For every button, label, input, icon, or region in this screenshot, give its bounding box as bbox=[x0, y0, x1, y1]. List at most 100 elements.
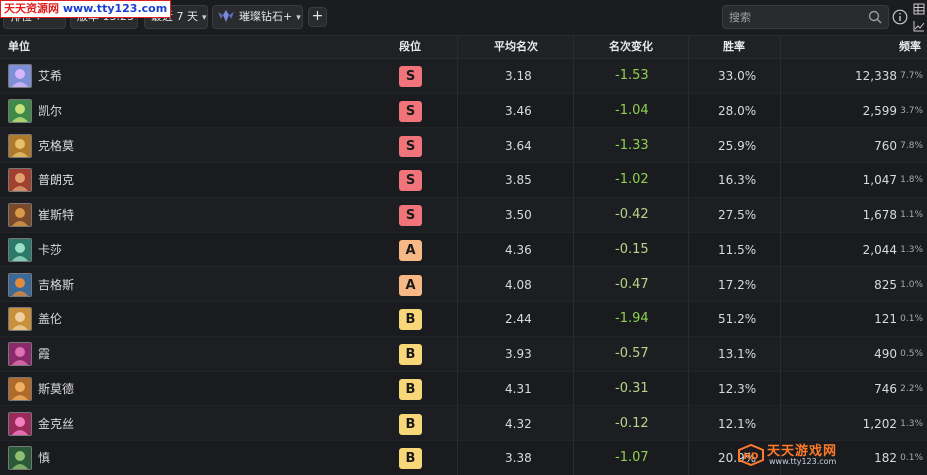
table-row[interactable]: 克格莫 S 3.64 -1.33 25.9% 760 7.8% bbox=[0, 128, 927, 164]
frequency-percent: 7.7% bbox=[900, 71, 923, 81]
unit-name[interactable]: 慎 bbox=[38, 441, 50, 475]
search-icon[interactable] bbox=[868, 10, 882, 24]
place-change: -1.04 bbox=[615, 102, 649, 118]
table-row[interactable]: 霞 B 3.93 -0.57 13.1% 490 0.5% bbox=[0, 337, 927, 372]
search-input[interactable] bbox=[729, 9, 864, 25]
champion-portrait[interactable] bbox=[8, 237, 32, 262]
win-rate: 16.3% bbox=[718, 173, 757, 188]
avg-place: 3.64 bbox=[505, 138, 532, 153]
column-header-frequency[interactable]: 频率 bbox=[899, 36, 921, 58]
table-view-icon[interactable] bbox=[913, 3, 925, 15]
win-rate: 17.2% bbox=[718, 277, 757, 292]
avg-place: 4.32 bbox=[505, 416, 532, 431]
tier-badge: A bbox=[399, 239, 422, 261]
place-change: -0.31 bbox=[615, 380, 649, 396]
place-change: -0.47 bbox=[615, 276, 649, 292]
table-row[interactable]: 盖伦 B 2.44 -1.94 51.2% 121 0.1% bbox=[0, 302, 927, 337]
champion-portrait[interactable] bbox=[8, 376, 32, 401]
unit-name[interactable]: 吉格斯 bbox=[38, 268, 74, 302]
win-rate: 13.1% bbox=[718, 347, 757, 361]
rank-filter-button[interactable]: 璀璨钻石+ ▾ bbox=[212, 5, 303, 29]
unit-name[interactable]: 盖伦 bbox=[38, 302, 62, 336]
avg-place: 3.46 bbox=[505, 103, 532, 118]
frequency-count: 182 bbox=[874, 451, 897, 466]
chevron-down-icon: ▾ bbox=[296, 13, 301, 23]
champion-portrait[interactable] bbox=[8, 272, 32, 297]
frequency-percent: 0.5% bbox=[900, 349, 923, 359]
table-row[interactable]: 吉格斯 A 4.08 -0.47 17.2% 825 1.0% bbox=[0, 267, 927, 303]
win-rate: 25.9% bbox=[718, 138, 757, 153]
avg-place: 3.18 bbox=[505, 69, 532, 83]
unit-name[interactable]: 凯尔 bbox=[38, 94, 62, 128]
column-header-unit[interactable]: 单位 bbox=[8, 36, 30, 58]
win-rate: 33.0% bbox=[718, 69, 757, 83]
diamond-rank-icon bbox=[218, 10, 234, 22]
place-change: -0.15 bbox=[615, 241, 649, 257]
column-divider bbox=[688, 35, 689, 475]
tier-badge: A bbox=[399, 274, 422, 296]
win-rate: 51.2% bbox=[718, 312, 757, 327]
add-filter-button[interactable]: + bbox=[308, 7, 327, 27]
frequency-percent: 0.1% bbox=[900, 314, 923, 325]
unit-name[interactable]: 克格莫 bbox=[38, 129, 74, 163]
table-row[interactable]: 金克丝 B 4.32 -0.12 12.1% 1,202 1.3% bbox=[0, 406, 927, 442]
win-rate: 12.3% bbox=[718, 381, 757, 396]
tier-badge: B bbox=[399, 448, 422, 470]
table-row[interactable]: 艾希 S 3.18 -1.53 33.0% 12,338 7.7% bbox=[0, 59, 927, 94]
win-rate: 28.0% bbox=[718, 103, 757, 118]
place-change: -0.42 bbox=[615, 207, 649, 222]
avg-place: 4.31 bbox=[505, 381, 532, 396]
frequency-count: 121 bbox=[874, 312, 897, 327]
place-change: -0.12 bbox=[615, 415, 649, 431]
info-icon[interactable] bbox=[892, 9, 908, 25]
table-row[interactable]: 普朗克 S 3.85 -1.02 16.3% 1,047 1.8% bbox=[0, 163, 927, 198]
unit-name[interactable]: 艾希 bbox=[38, 59, 62, 93]
champion-portrait[interactable] bbox=[8, 64, 32, 88]
svg-text:HD: HD bbox=[743, 452, 758, 462]
unit-name[interactable]: 斯莫德 bbox=[38, 372, 74, 406]
place-change: -1.07 bbox=[615, 450, 649, 466]
chart-view-icon[interactable] bbox=[913, 20, 925, 32]
place-change: -1.53 bbox=[615, 68, 649, 83]
column-divider bbox=[457, 35, 458, 475]
avg-place: 2.44 bbox=[505, 312, 532, 327]
unit-name[interactable]: 崔斯特 bbox=[38, 198, 74, 232]
avg-place: 4.08 bbox=[505, 277, 532, 292]
rank-filter-label: 璀璨钻石+ bbox=[239, 10, 293, 23]
table-row[interactable]: 斯莫德 B 4.31 -0.31 12.3% 746 2.2% bbox=[0, 371, 927, 407]
frequency-percent: 2.2% bbox=[900, 383, 923, 394]
table-row[interactable]: 凯尔 S 3.46 -1.04 28.0% 2,599 3.7% bbox=[0, 93, 927, 129]
frequency-percent: 7.8% bbox=[900, 140, 923, 151]
unit-name[interactable]: 卡莎 bbox=[38, 233, 62, 267]
tier-badge: S bbox=[399, 135, 422, 157]
avg-place: 3.85 bbox=[505, 173, 532, 188]
champion-portrait[interactable] bbox=[8, 133, 32, 158]
champion-portrait[interactable] bbox=[8, 446, 32, 471]
unit-name[interactable]: 金克丝 bbox=[38, 407, 74, 441]
frequency-count: 2,599 bbox=[862, 103, 897, 118]
frequency-count: 1,678 bbox=[862, 208, 897, 222]
frequency-count: 760 bbox=[874, 138, 897, 153]
column-divider bbox=[780, 35, 781, 475]
avg-place: 3.93 bbox=[505, 347, 532, 361]
table-row[interactable]: 卡莎 A 4.36 -0.15 11.5% 2,044 1.3% bbox=[0, 232, 927, 268]
champion-portrait[interactable] bbox=[8, 203, 32, 227]
champion-portrait[interactable] bbox=[8, 411, 32, 436]
column-header-tier[interactable]: 段位 bbox=[399, 36, 421, 58]
tier-badge: B bbox=[399, 413, 422, 435]
column-header-place-change[interactable]: 名次变化 bbox=[609, 36, 653, 58]
frequency-count: 2,044 bbox=[862, 242, 897, 257]
champion-portrait[interactable] bbox=[8, 168, 32, 193]
win-rate: 27.5% bbox=[718, 208, 757, 222]
champion-portrait[interactable] bbox=[8, 98, 32, 123]
champion-portrait[interactable] bbox=[8, 307, 32, 332]
champion-portrait[interactable] bbox=[8, 342, 32, 366]
table-row[interactable]: 崔斯特 S 3.50 -0.42 27.5% 1,678 1.1% bbox=[0, 198, 927, 233]
unit-name[interactable]: 霞 bbox=[38, 337, 50, 371]
unit-name[interactable]: 普朗克 bbox=[38, 163, 74, 197]
tier-badge: S bbox=[399, 100, 422, 122]
column-header-win-rate[interactable]: 胜率 bbox=[723, 36, 745, 58]
frequency-percent: 1.0% bbox=[900, 279, 923, 290]
place-change: -1.94 bbox=[615, 311, 649, 327]
column-header-avg-place[interactable]: 平均名次 bbox=[494, 36, 538, 58]
